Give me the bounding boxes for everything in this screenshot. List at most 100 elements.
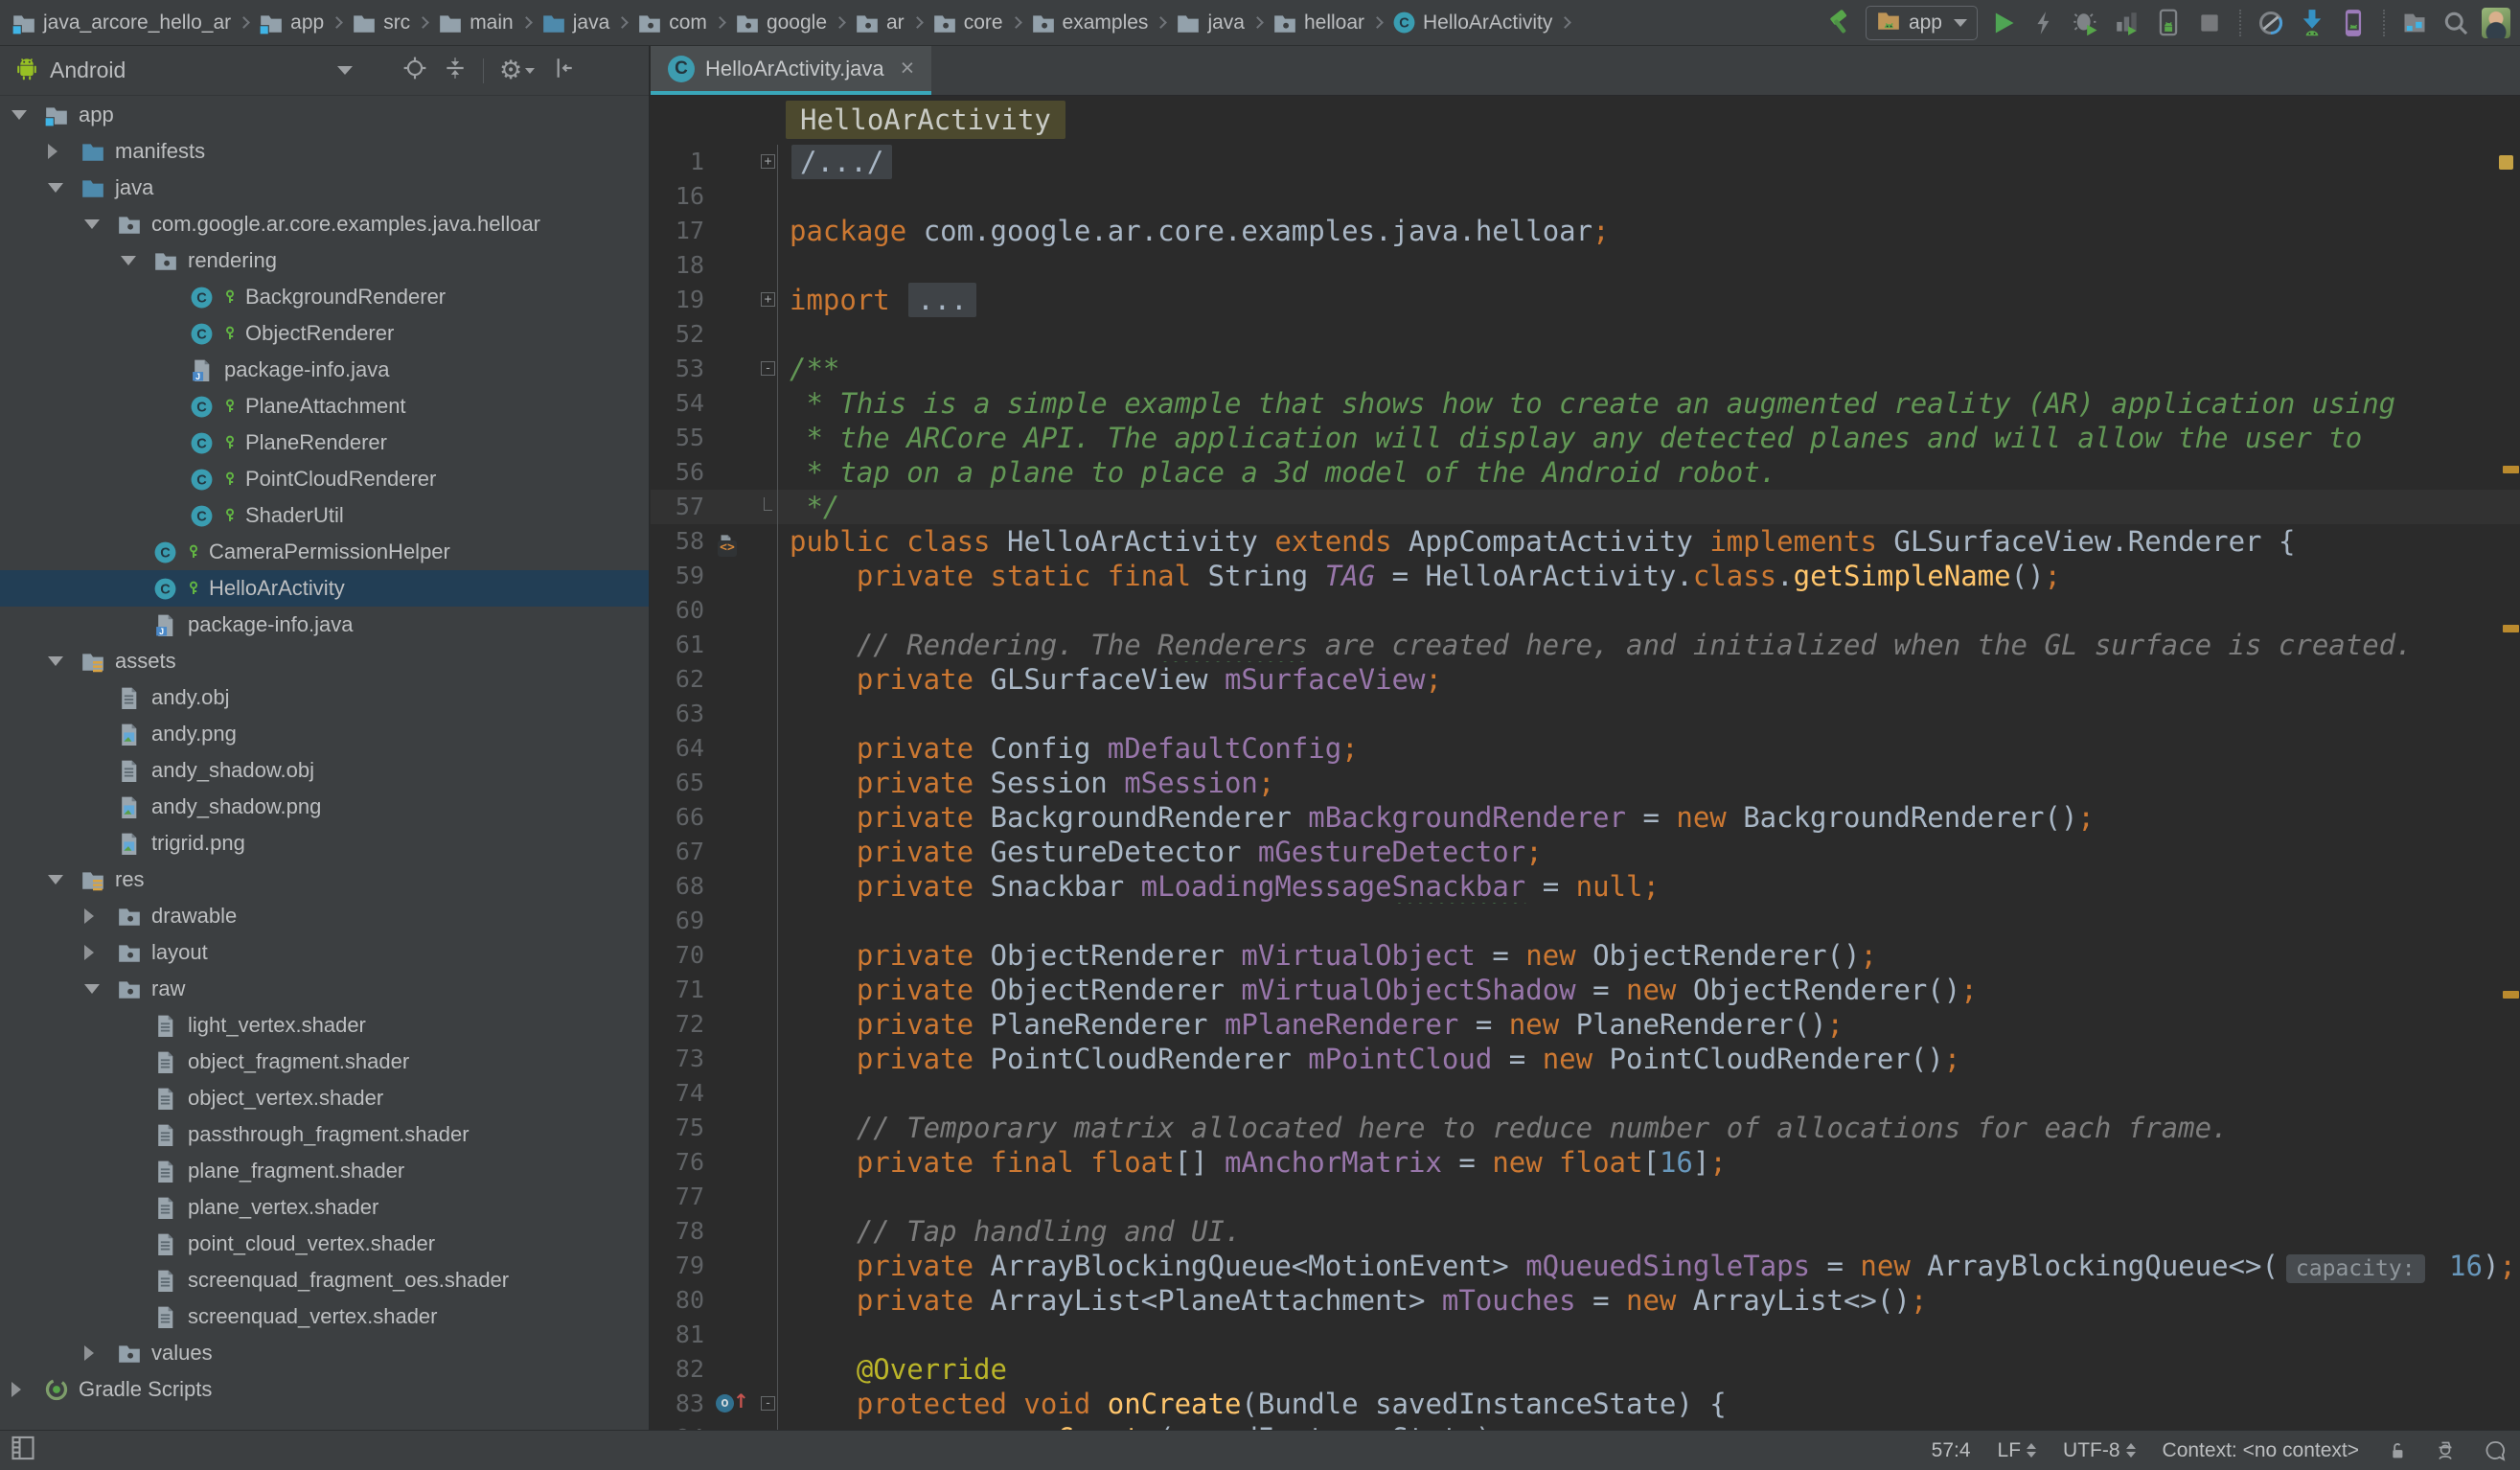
sdk-manager-icon[interactable] xyxy=(2297,8,2327,38)
code-line[interactable]: 66 private BackgroundRenderer mBackgroun… xyxy=(651,800,2520,835)
code-line[interactable]: 62 private GLSurfaceView mSurfaceView; xyxy=(651,662,2520,697)
code-line[interactable]: 67 private GestureDetector mGestureDetec… xyxy=(651,835,2520,869)
code-line[interactable]: 74 xyxy=(651,1076,2520,1111)
code-line[interactable]: 73 private PointCloudRenderer mPointClou… xyxy=(651,1042,2520,1076)
breadcrumb-item[interactable]: app xyxy=(259,11,324,35)
code-line[interactable]: 18 xyxy=(651,248,2520,283)
code-line[interactable]: 77 xyxy=(651,1180,2520,1214)
tree-item[interactable]: Jpackage-info.java xyxy=(0,352,649,388)
inspection-status-indicator[interactable] xyxy=(2499,155,2513,170)
tool-windows-icon[interactable] xyxy=(10,1435,36,1467)
breadcrumb-item[interactable]: src xyxy=(352,11,410,35)
project-view-selector[interactable]: Android xyxy=(13,55,358,87)
fold-marker[interactable] xyxy=(762,490,778,524)
tree-expand-arrow[interactable] xyxy=(48,144,80,159)
tree-item[interactable]: andy_shadow.png xyxy=(0,789,649,825)
tree-expand-arrow[interactable] xyxy=(48,875,80,884)
code-line[interactable]: 69 xyxy=(651,904,2520,938)
tree-item[interactable]: andy.obj xyxy=(0,679,649,716)
breadcrumb-item[interactable]: helloar xyxy=(1272,11,1364,35)
tree-item[interactable]: plane_fragment.shader xyxy=(0,1153,649,1189)
code-line[interactable]: 63 xyxy=(651,697,2520,731)
panel-settings-button[interactable]: ⚙ xyxy=(499,57,535,83)
code-line[interactable]: 81 xyxy=(651,1318,2520,1352)
code-line[interactable]: 61 // Rendering. The Renderers are creat… xyxy=(651,628,2520,662)
caret-position[interactable]: 57:4 xyxy=(1932,1439,1971,1462)
code-line[interactable]: 60 xyxy=(651,593,2520,628)
tree-item[interactable]: CPlaneAttachment xyxy=(0,388,649,425)
code-line[interactable]: 72 private PlaneRenderer mPlaneRenderer … xyxy=(651,1007,2520,1042)
code-line[interactable]: 84 super.onCreate(savedInstanceState); xyxy=(651,1421,2520,1430)
tree-item[interactable]: plane_vertex.shader xyxy=(0,1189,649,1226)
build-hammer-icon[interactable] xyxy=(1824,8,1855,38)
tree-item[interactable]: andy_shadow.obj xyxy=(0,752,649,789)
code-line[interactable]: 16 xyxy=(651,179,2520,214)
code-line[interactable]: 54 * This is a simple example that shows… xyxy=(651,386,2520,421)
hide-panel-icon[interactable] xyxy=(550,56,575,85)
code-line[interactable]: 52 xyxy=(651,317,2520,352)
code-line[interactable]: 71 private ObjectRenderer mVirtualObject… xyxy=(651,973,2520,1007)
fold-marker[interactable]: + xyxy=(762,145,778,179)
tree-item[interactable]: java xyxy=(0,170,649,206)
code-line[interactable]: 56 * tap on a plane to place a 3d model … xyxy=(651,455,2520,490)
breadcrumb-item[interactable]: java xyxy=(541,11,610,35)
breadcrumb-item[interactable]: java_arcore_hello_ar xyxy=(11,11,231,35)
override-gutter-icon[interactable]: o↑ xyxy=(714,1387,762,1421)
tree-item[interactable]: layout xyxy=(0,934,649,971)
tree-item[interactable]: CPlaneRenderer xyxy=(0,425,649,461)
tree-item[interactable]: res xyxy=(0,861,649,898)
tree-item[interactable]: manifests xyxy=(0,133,649,170)
code-line[interactable]: 1+/.../ xyxy=(651,145,2520,179)
tree-item[interactable]: CPointCloudRenderer xyxy=(0,461,649,497)
code-line[interactable]: 75 // Temporary matrix allocated here to… xyxy=(651,1111,2520,1145)
code-line[interactable]: 65 private Session mSession; xyxy=(651,766,2520,800)
code-line[interactable]: 53-/** xyxy=(651,352,2520,386)
stop-button[interactable] xyxy=(2194,8,2225,38)
tree-item[interactable]: Gradle Scripts xyxy=(0,1371,649,1408)
collapse-all-icon[interactable] xyxy=(443,56,468,85)
tree-item[interactable]: assets xyxy=(0,643,649,679)
project-structure-icon[interactable] xyxy=(2399,8,2430,38)
tree-expand-arrow[interactable] xyxy=(84,1345,117,1361)
tree-item[interactable]: com.google.ar.core.examples.java.helloar xyxy=(0,206,649,242)
code-line[interactable]: 64 private Config mDefaultConfig; xyxy=(651,731,2520,766)
error-stripe-mark[interactable] xyxy=(2503,466,2519,473)
run-button[interactable] xyxy=(1988,8,2019,38)
breadcrumb-item[interactable]: core xyxy=(932,11,1003,35)
tree-item[interactable]: point_cloud_vertex.shader xyxy=(0,1226,649,1262)
code-line[interactable]: 59 private static final String TAG = Hel… xyxy=(651,559,2520,593)
tree-expand-arrow[interactable] xyxy=(84,908,117,924)
tree-item[interactable]: trigrid.png xyxy=(0,825,649,861)
fold-marker[interactable]: + xyxy=(762,283,778,317)
error-stripe-mark[interactable] xyxy=(2503,991,2519,999)
code-line[interactable]: 80 private ArrayList<PlaneAttachment> mT… xyxy=(651,1283,2520,1318)
apply-changes-icon[interactable] xyxy=(2029,8,2060,38)
tree-item[interactable]: drawable xyxy=(0,898,649,934)
context-indicator[interactable]: Context: <no context> xyxy=(2163,1439,2359,1462)
tree-item[interactable]: passthrough_fragment.shader xyxy=(0,1116,649,1153)
tree-item[interactable]: CCameraPermissionHelper xyxy=(0,534,649,570)
avd-manager-icon[interactable] xyxy=(2338,8,2369,38)
lock-icon[interactable] xyxy=(2386,1440,2407,1461)
event-log-icon[interactable] xyxy=(2484,1439,2507,1462)
close-icon[interactable]: × xyxy=(901,57,915,80)
code-line[interactable]: 55 * the ARCore API. The application wil… xyxy=(651,421,2520,455)
tree-item[interactable]: rendering xyxy=(0,242,649,279)
code-line[interactable]: 68 private Snackbar mLoadingMessageSnack… xyxy=(651,869,2520,904)
run-on-device-icon[interactable] xyxy=(2153,8,2184,38)
breadcrumb-item[interactable]: com xyxy=(637,11,707,35)
tree-expand-arrow[interactable] xyxy=(11,1382,44,1397)
profiler-button[interactable] xyxy=(2112,8,2142,38)
code-line[interactable]: 70 private ObjectRenderer mVirtualObject… xyxy=(651,938,2520,973)
tree-expand-arrow[interactable] xyxy=(11,110,44,120)
tree-item[interactable]: raw xyxy=(0,971,649,1007)
encoding-selector[interactable]: UTF-8 xyxy=(2063,1439,2136,1462)
tree-expand-arrow[interactable] xyxy=(84,945,117,960)
breadcrumb-item[interactable]: ar xyxy=(855,11,905,35)
line-separator-selector[interactable]: LF xyxy=(1998,1439,2037,1462)
fold-marker[interactable]: - xyxy=(762,352,778,386)
user-avatar[interactable] xyxy=(2482,8,2510,38)
code-line[interactable]: 83o↑- protected void onCreate(Bundle sav… xyxy=(651,1387,2520,1421)
tab-helloaractivity[interactable]: C HelloArActivity.java × xyxy=(651,46,931,95)
tree-item[interactable]: light_vertex.shader xyxy=(0,1007,649,1044)
